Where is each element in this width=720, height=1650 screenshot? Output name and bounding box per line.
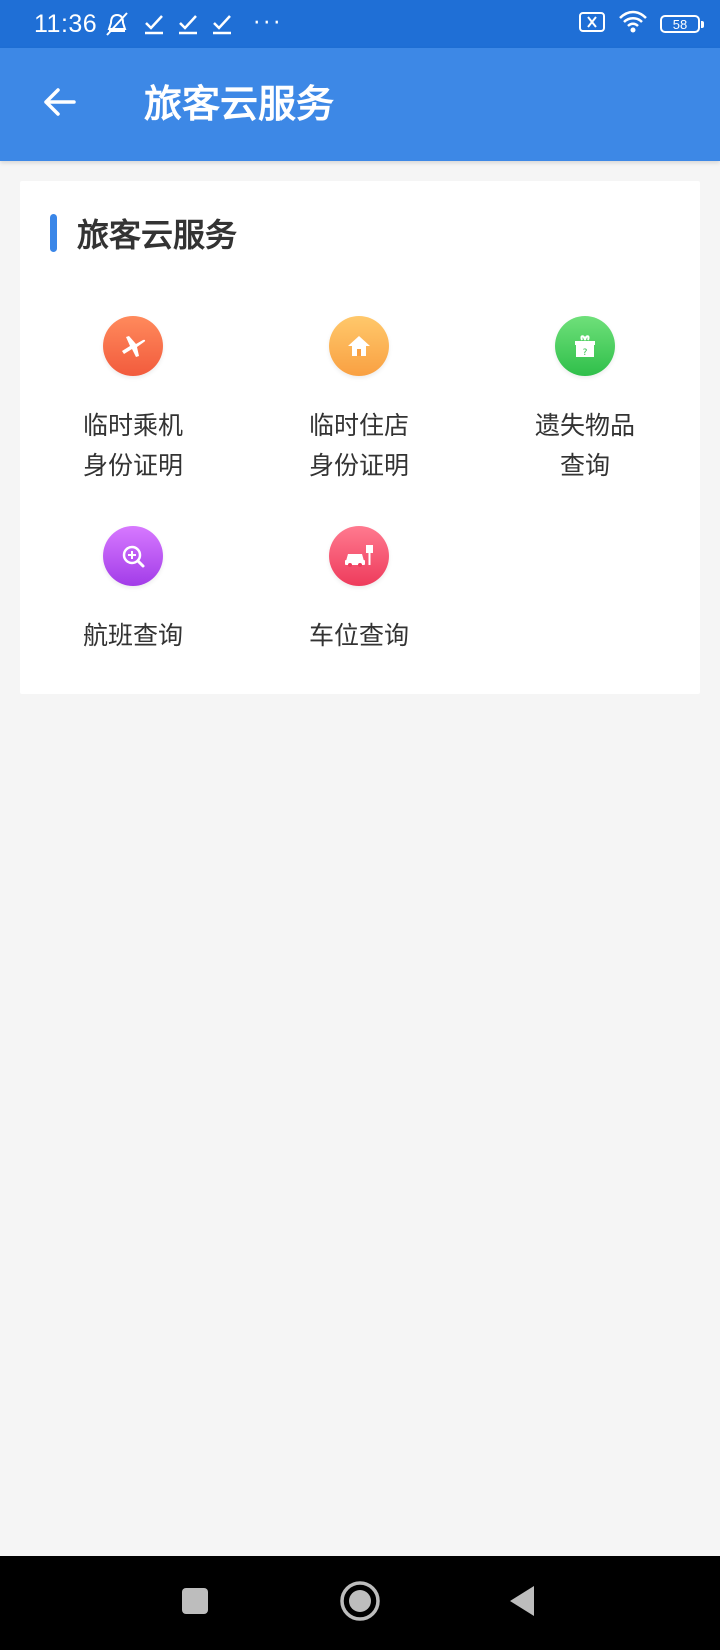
home-icon (339, 1580, 381, 1626)
status-bar: 11:36 ··· 58 (0, 0, 720, 48)
service-label-line: 查询 (559, 451, 610, 480)
service-label-line: 临时乘机 (82, 411, 183, 440)
back-triangle-icon (507, 1584, 537, 1622)
service-flight-query[interactable]: 航班查询 (20, 526, 246, 656)
home-button[interactable] (320, 1556, 400, 1650)
car-parking-icon (329, 526, 389, 586)
service-label: 临时乘机 身份证明 (20, 406, 246, 486)
section-accent-bar (50, 214, 57, 252)
more-notifications-icon: ··· (253, 11, 284, 36)
section-header: 旅客云服务 (50, 211, 237, 255)
app-bar: 旅客云服务 (0, 48, 720, 161)
house-icon (329, 316, 389, 376)
service-flight-id[interactable]: 临时乘机 身份证明 (20, 316, 246, 486)
service-label-line: 临时住店 (308, 411, 409, 440)
page-title: 旅客云服务 (144, 82, 335, 126)
system-nav-bar (0, 1556, 720, 1650)
service-label-line: 车位查询 (308, 621, 409, 650)
service-parking-query[interactable]: 车位查询 (246, 526, 472, 656)
service-label: 遗失物品 查询 (472, 406, 698, 486)
wifi-icon (618, 10, 648, 38)
section-title: 旅客云服务 (77, 216, 238, 254)
svg-text:?: ? (583, 348, 588, 358)
lost-box-icon: ? (555, 316, 615, 376)
check-icon (143, 13, 165, 35)
service-label-line: 身份证明 (308, 451, 409, 480)
arrow-left-icon (42, 86, 78, 122)
sim-off-icon (578, 11, 606, 37)
service-label: 车位查询 (246, 616, 472, 656)
nav-back-button[interactable] (482, 1556, 562, 1650)
recents-icon (180, 1586, 210, 1620)
status-time: 11:36 (34, 9, 98, 38)
status-system-icons: 58 (578, 10, 704, 38)
service-label-line: 航班查询 (82, 621, 183, 650)
service-lost-items[interactable]: ? 遗失物品 查询 (472, 316, 698, 486)
status-notification-icons: ··· (103, 11, 283, 37)
service-label-line: 遗失物品 (534, 411, 635, 440)
service-hotel-id[interactable]: 临时住店 身份证明 (246, 316, 472, 486)
mute-icon (103, 11, 131, 37)
recents-button[interactable] (155, 1556, 235, 1650)
services-card: 旅客云服务 临时乘机 身份证明 临时住店 身份证明 ? 遗失物品 查询 航班查询… (20, 181, 700, 694)
service-label-line: 身份证明 (82, 451, 183, 480)
search-plus-icon (103, 526, 163, 586)
check-icon (177, 13, 199, 35)
airplane-icon (103, 316, 163, 376)
service-label: 临时住店 身份证明 (246, 406, 472, 486)
back-button[interactable] (34, 78, 86, 130)
check-icon (211, 13, 233, 35)
service-label: 航班查询 (20, 616, 246, 656)
battery-icon: 58 (660, 15, 704, 33)
